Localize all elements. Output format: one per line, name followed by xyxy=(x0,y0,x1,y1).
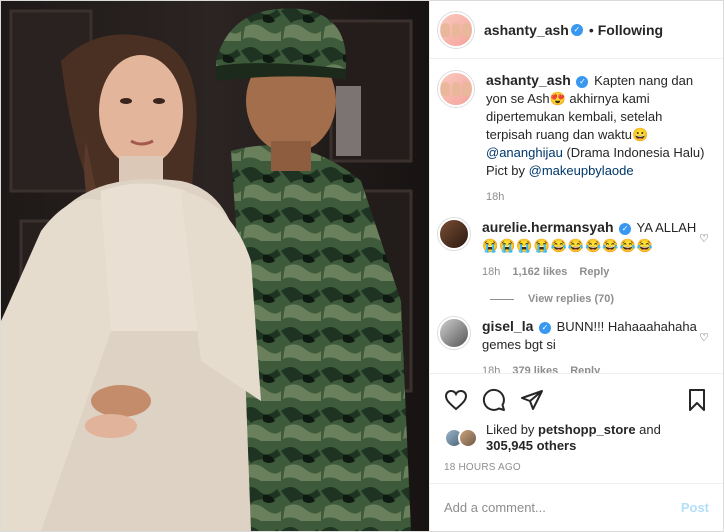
post-photo[interactable] xyxy=(1,1,429,531)
reply-button[interactable]: Reply xyxy=(570,362,600,373)
instagram-post: ashanty_ash ✓ • Following ashanty_ash ✓ … xyxy=(0,0,724,532)
caption-username[interactable]: ashanty_ash xyxy=(486,72,571,88)
liked-by-and: and xyxy=(635,422,661,437)
commenter-avatar[interactable] xyxy=(438,218,470,250)
comment: aurelie.hermansyah ✓ YA ALLAH 😭😭😭😭😂😂😂😂😂😂… xyxy=(438,218,711,281)
caption-age[interactable]: 18h xyxy=(486,188,504,206)
post-actions: Liked by petshopp_store and 305,945 othe… xyxy=(430,373,723,483)
post-header: ashanty_ash ✓ • Following xyxy=(430,1,723,59)
heart-icon[interactable] xyxy=(444,388,468,412)
comment-text: YA ALLAH xyxy=(636,220,697,235)
author-username[interactable]: ashanty_ash xyxy=(484,22,569,38)
caption: ashanty_ash ✓ Kapten nang dan yon se Ash… xyxy=(438,71,711,206)
commenter-username[interactable]: gisel_la xyxy=(482,318,533,334)
liker-avatars[interactable] xyxy=(444,428,478,448)
verified-badge-icon: ✓ xyxy=(570,23,583,36)
comment-emojis: 😭😭😭😭😂😂😂😂😂😂 xyxy=(482,238,654,253)
likes-summary: Liked by petshopp_store and 305,945 othe… xyxy=(444,422,709,454)
divider-line xyxy=(490,298,514,300)
action-icons xyxy=(444,380,709,420)
caption-avatar[interactable] xyxy=(438,71,474,107)
comment-heart-icon[interactable]: ♡ xyxy=(697,331,711,373)
comment-icon[interactable] xyxy=(482,388,506,412)
verified-badge-icon: ✓ xyxy=(576,75,589,88)
comment-likes[interactable]: 1,162 likes xyxy=(512,263,567,281)
liked-by-prefix: Liked by xyxy=(486,422,539,437)
liked-by-user[interactable]: petshopp_store xyxy=(538,422,636,437)
add-comment-bar: Post xyxy=(430,483,723,531)
couple-photo xyxy=(1,1,429,531)
share-icon[interactable] xyxy=(520,388,544,412)
view-replies-button[interactable]: View replies (70) xyxy=(490,293,711,305)
comment-age[interactable]: 18h xyxy=(482,263,500,281)
add-comment-input[interactable] xyxy=(444,500,681,515)
heart-eyes-emoji: 😍 xyxy=(549,91,566,106)
following-button[interactable]: Following xyxy=(598,22,663,38)
comments-list[interactable]: ashanty_ash ✓ Kapten nang dan yon se Ash… xyxy=(430,59,723,373)
bookmark-icon[interactable] xyxy=(685,388,709,412)
mention-makeupbylaode[interactable]: @makeupbylaode xyxy=(529,163,634,178)
commenter-username[interactable]: aurelie.hermansyah xyxy=(482,219,614,235)
commenter-avatar[interactable] xyxy=(438,317,470,349)
reply-button[interactable]: Reply xyxy=(579,263,609,281)
comment: gisel_la ✓ BUNN!!! Hahaaahahaha gemes bg… xyxy=(438,317,711,373)
comment-likes[interactable]: 379 likes xyxy=(512,362,558,373)
separator-dot: • xyxy=(588,21,594,38)
post-comment-button[interactable]: Post xyxy=(681,500,709,515)
post-timestamp[interactable]: 18 HOURS AGO xyxy=(444,462,709,473)
comment-age[interactable]: 18h xyxy=(482,362,500,373)
verified-badge-icon: ✓ xyxy=(539,321,551,334)
view-replies-label: View replies (70) xyxy=(528,293,615,305)
likes-count[interactable]: 305,945 others xyxy=(486,438,576,453)
verified-badge-icon: ✓ xyxy=(619,222,632,235)
mention-ananghijau[interactable]: @ananghijau xyxy=(486,145,563,160)
author-avatar[interactable] xyxy=(438,11,474,48)
post-sidebar: ashanty_ash ✓ • Following ashanty_ash ✓ … xyxy=(429,1,723,531)
smile-emoji: 😀 xyxy=(631,127,649,142)
comment-heart-icon[interactable]: ♡ xyxy=(697,232,711,281)
